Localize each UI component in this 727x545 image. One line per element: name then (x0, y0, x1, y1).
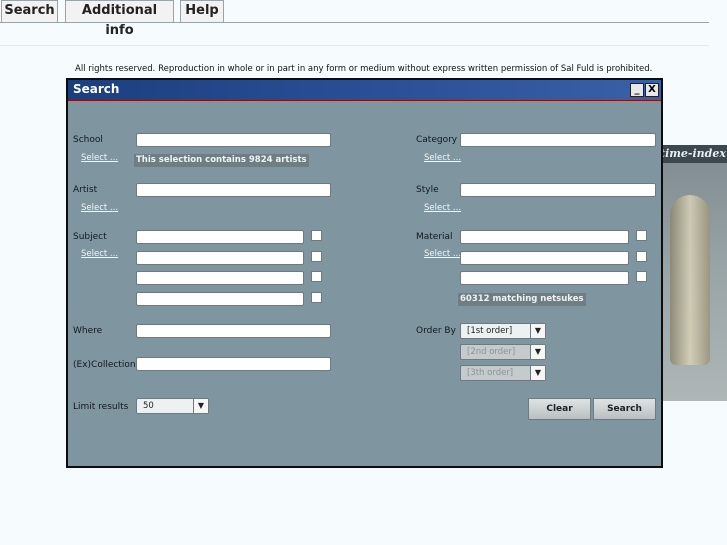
close-icon[interactable]: X (645, 83, 659, 97)
order-by-value-1: [1st order] (467, 326, 513, 336)
school-input[interactable] (136, 133, 331, 147)
artist-select-link[interactable]: Select ... (81, 203, 118, 213)
limit-results-select[interactable]: 50 ▼ (136, 398, 209, 414)
top-nav: Search Additional info Help (0, 0, 709, 38)
subject-input-1[interactable] (136, 230, 304, 244)
style-label: Style (416, 185, 439, 195)
collection-input[interactable] (136, 357, 331, 371)
material-input-3[interactable] (460, 271, 629, 285)
artist-label: Artist (73, 185, 98, 195)
tab-help[interactable]: Help (180, 0, 224, 22)
material-input-1[interactable] (460, 230, 629, 244)
subject-checkbox-3[interactable] (311, 271, 322, 282)
tab-search[interactable]: Search (1, 0, 58, 22)
subject-input-3[interactable] (136, 271, 304, 285)
background-image-caption: time-index (660, 147, 726, 160)
divider (0, 45, 709, 46)
order-by-select-2[interactable]: [2nd order] ▼ (460, 344, 546, 360)
subject-input-2[interactable] (136, 251, 304, 265)
chevron-down-icon: ▼ (530, 366, 545, 380)
subject-input-4[interactable] (136, 292, 304, 306)
subject-checkbox-4[interactable] (311, 292, 322, 303)
netsuke-count-info: 60312 matching netsukes (458, 293, 586, 306)
order-by-value-3: [3th order] (467, 368, 514, 378)
school-selection-info: This selection contains 9824 artists (134, 154, 309, 167)
copyright-notice: All rights reserved. Reproduction in who… (75, 64, 653, 74)
order-by-label: Order By (416, 326, 456, 336)
style-select-link[interactable]: Select ... (424, 203, 461, 213)
category-select-link[interactable]: Select ... (424, 153, 461, 163)
background-image: time-index (656, 145, 727, 401)
subject-checkbox-2[interactable] (311, 251, 322, 262)
order-by-select-1[interactable]: [1st order] ▼ (460, 323, 546, 339)
order-by-value-2: [2nd order] (467, 347, 516, 357)
chevron-down-icon: ▼ (530, 324, 545, 338)
category-label: Category (416, 135, 458, 145)
subject-checkbox-1[interactable] (311, 230, 322, 241)
dialog-title: Search (73, 82, 120, 96)
chevron-down-icon: ▼ (530, 345, 545, 359)
school-label: School (73, 135, 103, 145)
school-select-link[interactable]: Select ... (81, 153, 118, 163)
dialog-title-bar[interactable]: Search _ X (68, 80, 661, 101)
collection-label: (Ex)Collection (73, 360, 136, 370)
chevron-down-icon: ▼ (193, 399, 208, 413)
category-input[interactable] (460, 133, 656, 147)
material-checkbox-3[interactable] (636, 271, 647, 282)
subject-label: Subject (73, 232, 107, 242)
limit-results-value: 50 (143, 401, 154, 411)
material-input-2[interactable] (460, 251, 629, 265)
where-input[interactable] (136, 324, 331, 338)
where-label: Where (73, 326, 103, 336)
search-dialog: Search _ X School Select ... This select… (66, 78, 663, 468)
order-by-select-3[interactable]: [3th order] ▼ (460, 365, 546, 381)
material-checkbox-1[interactable] (636, 230, 647, 241)
minimize-icon[interactable]: _ (630, 83, 644, 97)
artist-input[interactable] (136, 183, 331, 197)
netsuke-figure-image (670, 195, 710, 365)
limit-results-label: Limit results (73, 402, 129, 412)
material-label: Material (416, 232, 453, 242)
material-checkbox-2[interactable] (636, 251, 647, 262)
search-button[interactable]: Search (593, 398, 656, 420)
style-input[interactable] (460, 183, 656, 197)
material-select-link[interactable]: Select ... (424, 249, 461, 259)
tab-additional-info[interactable]: Additional info (65, 0, 174, 38)
subject-select-link[interactable]: Select ... (81, 249, 118, 259)
clear-button[interactable]: Clear (528, 398, 591, 420)
